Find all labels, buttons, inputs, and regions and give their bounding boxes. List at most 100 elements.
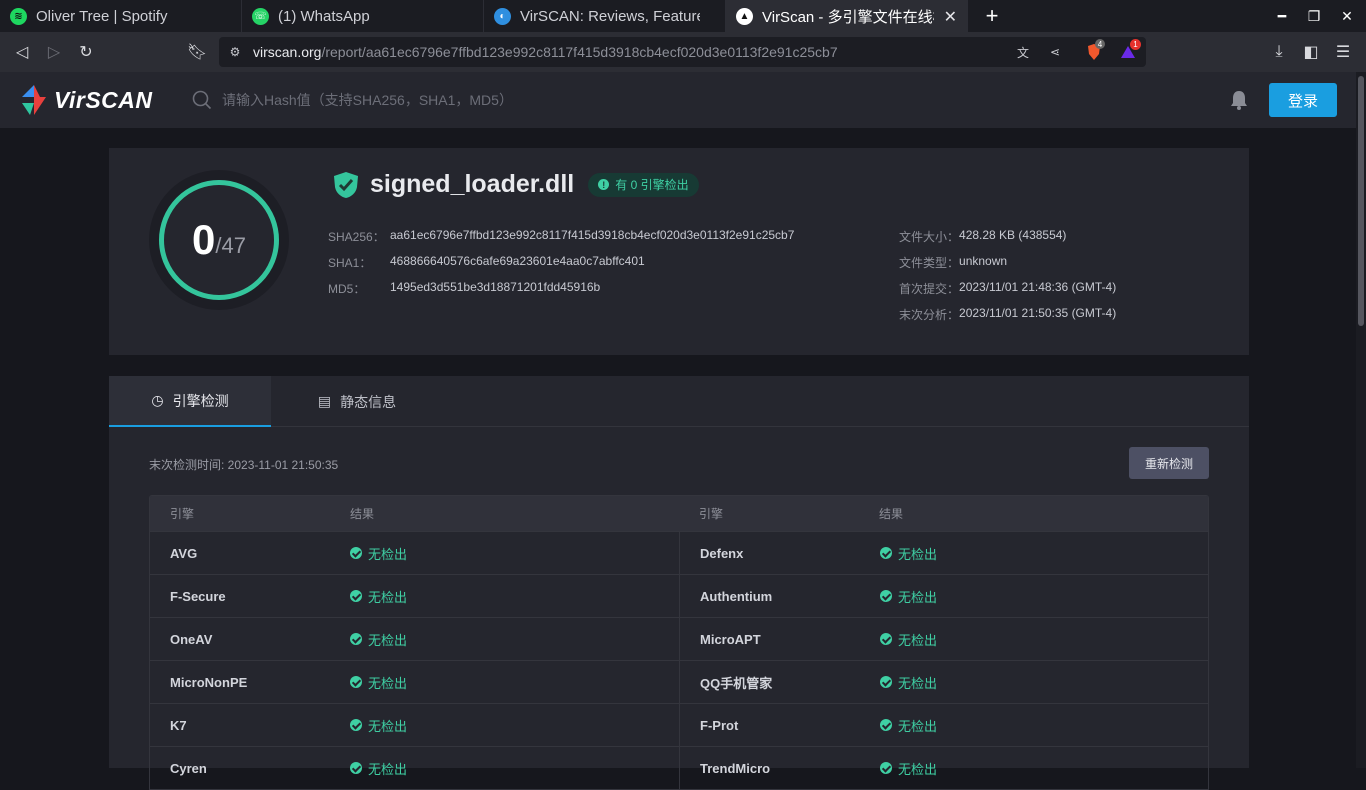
engine-result: 无检出 <box>880 532 937 574</box>
close-window-icon[interactable]: ✕ <box>1331 0 1363 32</box>
engine-cell-pair: MicroNonPE 无检出 <box>150 661 679 703</box>
table-row: F-Secure 无检出 Authentium 无检出 <box>150 574 1208 617</box>
engine-result: 无检出 <box>350 575 407 617</box>
menu-icon[interactable]: ☰ <box>1331 40 1355 64</box>
check-circle-icon <box>880 633 892 645</box>
result-label: 无检出 <box>898 589 938 605</box>
engine-result: 无检出 <box>880 575 937 617</box>
engine-result: 无检出 <box>880 618 937 660</box>
meta-row: 末次分析： 2023/11/01 21:50:35 (GMT-4) <box>899 306 1116 332</box>
search-box <box>192 90 582 110</box>
engine-result: 无检出 <box>350 747 407 789</box>
header-result: 结果 <box>350 507 375 521</box>
engine-result: 无检出 <box>880 661 937 703</box>
file-meta-list: 文件大小： 428.28 KB (438554) 文件类型： unknown 首… <box>899 228 1116 332</box>
minimize-icon[interactable]: ━ <box>1266 0 1298 32</box>
engine-name: QQ手机管家 <box>700 675 773 691</box>
rescan-button[interactable]: 重新检测 <box>1129 447 1209 479</box>
share-icon[interactable]: ⋖ <box>1045 42 1065 62</box>
table-header: 引擎 结果 引擎 结果 <box>150 496 1208 531</box>
document-icon: ▤ <box>317 393 332 409</box>
check-circle-icon <box>350 547 362 559</box>
download-icon[interactable]: ⤓ <box>1267 40 1291 64</box>
table-row: K7 无检出 F-Prot 无检出 <box>150 703 1208 746</box>
engine-cell-pair: Cyren 无检出 <box>150 747 679 789</box>
browser-tab[interactable]: ≋ Oliver Tree | Spotify <box>0 0 242 32</box>
md5-value: 1495ed3d551be3d18871201fdd45916b <box>390 280 601 294</box>
check-circle-icon <box>350 590 362 602</box>
browser-toolbar: ◁ ▷ ↻ 🔖︎ ⚙ virscan.org/report/aa61ec6796… <box>0 32 1366 72</box>
result-label: 无检出 <box>368 632 408 648</box>
back-icon[interactable]: ◁ <box>10 40 34 64</box>
engine-cell-pair: K7 无检出 <box>150 704 679 746</box>
site-settings-icon[interactable]: ⚙ <box>225 42 245 62</box>
reload-icon[interactable]: ↻ <box>74 40 98 64</box>
engine-cell-pair: Authentium 无检出 <box>679 575 1208 617</box>
detected-count: 0 <box>192 216 216 263</box>
hash-search-input[interactable] <box>222 92 582 108</box>
check-circle-icon <box>350 676 362 688</box>
new-tab-button[interactable]: + <box>976 0 1008 32</box>
meta-row: 首次提交： 2023/11/01 21:48:36 (GMT-4) <box>899 280 1116 306</box>
engine-result: 无检出 <box>880 747 937 789</box>
file-size-value: 428.28 KB (438554) <box>959 228 1067 242</box>
shields-count-badge: 4 <box>1095 39 1105 49</box>
check-circle-icon <box>880 762 892 774</box>
table-row: MicroNonPE 无检出 QQ手机管家 无检出 <box>150 660 1208 703</box>
result-label: 无检出 <box>898 718 938 734</box>
tab-title: Oliver Tree | Spotify <box>36 7 168 25</box>
file-type-value: unknown <box>959 254 1008 268</box>
address-bar[interactable]: ⚙ virscan.org/report/aa61ec6796e7ffbd123… <box>219 37 1146 67</box>
logo-mark-icon <box>22 85 46 115</box>
panel-tabs: ◷ 引擎检测 ▤ 静态信息 <box>109 376 1249 427</box>
virscan-logo[interactable]: VirSCAN <box>20 82 153 118</box>
tab-engine-detection[interactable]: ◷ 引擎检测 <box>109 376 271 427</box>
engine-results-table: 引擎 结果 引擎 结果 AVG 无检出 Defenx 无检出 F-Secure 无检出 Au… <box>149 495 1209 790</box>
url-text: virscan.org/report/aa61ec6796e7ffbd123e9… <box>253 44 838 60</box>
forward-icon[interactable]: ▷ <box>42 40 66 64</box>
result-label: 无检出 <box>368 761 408 777</box>
gauge-icon: ◷ <box>151 392 164 408</box>
notification-bell-icon[interactable] <box>1228 89 1250 111</box>
browser-tab[interactable]: ◐ VirSCAN: Reviews, Features, P <box>484 0 726 32</box>
result-label: 无检出 <box>368 718 408 734</box>
close-tab-icon[interactable]: ✕ <box>944 7 957 27</box>
check-circle-icon <box>350 719 362 731</box>
browser-tab[interactable]: ☏ (1) WhatsApp <box>242 0 484 32</box>
engine-cell-pair: Defenx 无检出 <box>679 532 1208 574</box>
engine-name: AVG <box>170 545 198 561</box>
hash-row: SHA1： 468866640576c6afe69a23601e4aa0c7ab… <box>328 254 794 280</box>
translate-icon[interactable]: 文 <box>1013 42 1033 62</box>
check-circle-icon <box>880 590 892 602</box>
file-summary-card: 0 /47 signed_loader.dll ! 有 0 引擎检出 SHA25… <box>109 148 1249 355</box>
file-title-row: signed_loader.dll ! 有 0 引擎检出 <box>333 170 699 199</box>
check-circle-icon <box>350 633 362 645</box>
hash-list: SHA256： aa61ec6796e7ffbd123e992c8117f415… <box>328 228 794 306</box>
bookmark-icon[interactable]: 🔖︎ <box>185 40 209 64</box>
engine-cell-pair: F-Secure 无检出 <box>150 575 679 617</box>
tab-title: VirScan - 多引擎文件在线检 <box>762 8 934 26</box>
first-submit-value: 2023/11/01 21:48:36 (GMT-4) <box>959 280 1117 294</box>
engine-name: Authentium <box>700 588 773 604</box>
hash-row: SHA256： aa61ec6796e7ffbd123e992c8117f415… <box>328 228 794 254</box>
detection-status-badge: ! 有 0 引擎检出 <box>588 172 699 197</box>
engine-name: TrendMicro <box>700 760 771 776</box>
result-label: 无检出 <box>898 632 938 648</box>
page-scrollbar[interactable] <box>1356 72 1366 768</box>
header-result: 结果 <box>879 507 904 521</box>
tab-static-info[interactable]: ▤ 静态信息 <box>297 376 417 427</box>
browser-tab-bar: ≋ Oliver Tree | Spotify ☏ (1) WhatsApp ◐… <box>0 0 1366 32</box>
browser-tab-active[interactable]: ▲ VirScan - 多引擎文件在线检 ✕ <box>726 0 968 32</box>
result-label: 无检出 <box>898 761 938 777</box>
meta-row: 文件类型： unknown <box>899 254 1116 280</box>
sidebar-icon[interactable]: ◧ <box>1299 40 1323 64</box>
engine-name: F-Prot <box>700 717 739 733</box>
engine-cell-pair: TrendMicro 无检出 <box>679 747 1208 789</box>
virscan-dark-favicon: ▲ <box>736 7 753 25</box>
scrollbar-thumb[interactable] <box>1358 76 1364 326</box>
result-label: 无检出 <box>368 546 408 562</box>
login-button[interactable]: 登录 <box>1269 83 1337 117</box>
last-scan-time: 末次检测时间: 2023-11-01 21:50:35 <box>149 458 339 472</box>
engine-result: 无检出 <box>350 618 407 660</box>
restore-icon[interactable]: ❐ <box>1298 0 1330 32</box>
